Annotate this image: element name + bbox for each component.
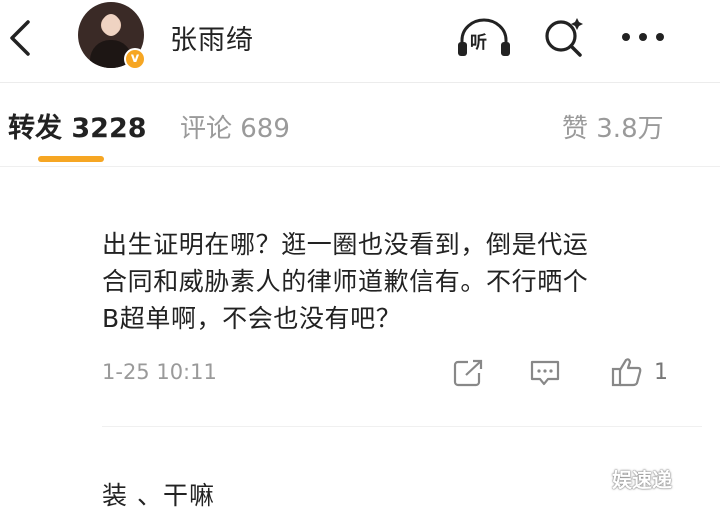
header-divider <box>0 82 720 83</box>
share-button[interactable] <box>452 358 486 388</box>
listen-button[interactable]: 听 <box>456 16 512 60</box>
comment-button[interactable] <box>528 358 562 388</box>
repost-text-line: 合同和威胁素人的律师道歉信有。不行晒个 <box>102 267 589 296</box>
like-count: 1 <box>654 360 668 385</box>
search-icon <box>545 18 583 57</box>
username[interactable]: 张雨绮 <box>170 18 254 57</box>
back-arrow-icon <box>10 20 30 56</box>
repost-text: 出生证明在哪？逛一圈也没看到，倒是代运 合同和威胁素人的律师道歉信有。不行晒个 … <box>102 226 682 337</box>
watermark: 娱速递 <box>612 468 672 492</box>
more-button[interactable] <box>618 22 668 52</box>
thumbs-up-icon <box>611 358 642 387</box>
active-tab-indicator <box>38 156 104 162</box>
tab-like[interactable]: 赞 3.8万 <box>562 108 664 145</box>
timestamp: 1-25 10:11 <box>102 360 217 384</box>
verified-badge-icon: v <box>124 48 146 70</box>
listen-label: 听 <box>470 33 487 53</box>
repost-text-line: B超单啊，不会也没有吧？ <box>102 304 402 333</box>
like-button[interactable] <box>610 356 644 388</box>
tab-comment[interactable]: 评论 689 <box>180 108 290 145</box>
next-repost-text: 装 、干嘛 <box>102 481 215 510</box>
search-button[interactable] <box>542 16 586 60</box>
item-divider <box>102 426 702 427</box>
back-button[interactable] <box>6 18 34 58</box>
comment-icon <box>530 360 560 386</box>
tabs-divider <box>0 166 720 167</box>
tab-repost[interactable]: 转发 3228 <box>8 106 147 145</box>
more-icon <box>622 33 664 41</box>
share-icon <box>453 359 483 387</box>
repost-text-line: 出生证明在哪？逛一圈也没看到，倒是代运 <box>102 230 589 259</box>
